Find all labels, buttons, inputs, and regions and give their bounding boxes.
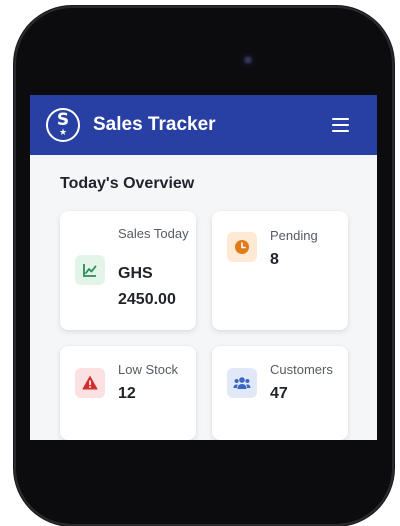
- section-title: Today's Overview: [60, 175, 195, 192]
- pending-label: Pending: [270, 228, 318, 243]
- customers-value: 47: [270, 385, 288, 402]
- chart-line-icon: [75, 255, 105, 285]
- app-logo-icon: S ★: [46, 108, 80, 142]
- clock-icon: [227, 232, 257, 262]
- sales-today-card[interactable]: Sales Today GHS 2450.00: [60, 211, 196, 330]
- customers-label: Customers: [270, 362, 333, 377]
- app-title: Sales Tracker: [93, 114, 216, 135]
- low-stock-card[interactable]: Low Stock 12: [60, 346, 196, 440]
- customers-card[interactable]: Customers 47: [212, 346, 348, 440]
- users-icon: [227, 368, 257, 398]
- low-stock-value: 12: [118, 385, 136, 402]
- low-stock-label: Low Stock: [118, 362, 178, 377]
- app-screen: S ★ Sales Tracker Today's Overview Sales…: [30, 95, 377, 440]
- app-header: S ★ Sales Tracker: [30, 95, 377, 155]
- pending-value: 8: [270, 251, 279, 268]
- front-camera: [240, 52, 256, 68]
- logo-letter: S: [56, 110, 70, 130]
- sales-today-label: Sales Today: [118, 226, 189, 241]
- pending-card[interactable]: Pending 8: [212, 211, 348, 330]
- logo-star: ★: [58, 127, 68, 137]
- menu-icon[interactable]: [332, 118, 349, 132]
- sales-today-value: GHS 2450.00: [118, 265, 176, 308]
- warning-icon: [75, 368, 105, 398]
